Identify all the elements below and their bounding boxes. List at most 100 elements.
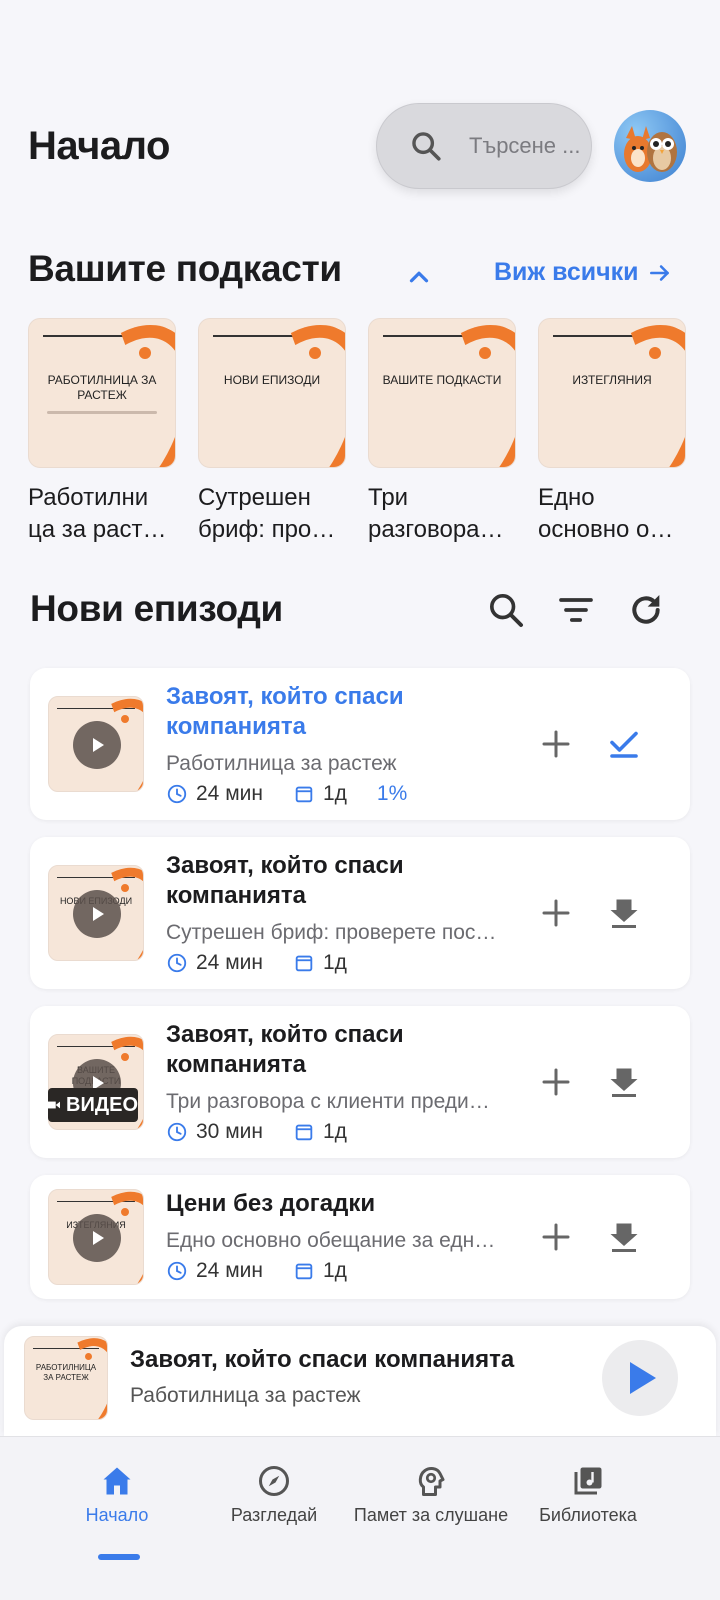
episode-podcast-name: Три разговора с клиенти преди…	[166, 1090, 490, 1113]
clock-icon	[167, 1261, 187, 1281]
episode-duration: 24 мин	[196, 782, 263, 805]
compass-icon	[259, 1466, 289, 1496]
podcast-card[interactable]: Нови епизоди Сутрешен бриф: про…	[198, 318, 346, 546]
search-bar[interactable]: Търсене ...	[376, 103, 592, 189]
podcast-card[interactable]: Изтегляния Едно основно о…	[538, 318, 686, 546]
add-to-queue-icon[interactable]	[538, 1064, 574, 1100]
episode-date: 1д	[322, 951, 347, 974]
episode-podcast-name: Работилница за растеж	[166, 752, 397, 775]
play-icon[interactable]	[73, 721, 121, 769]
episode-title[interactable]: Цени без догадки	[166, 1189, 526, 1219]
episode-meta: 24 мин 1д 1%	[166, 782, 407, 806]
see-all-link[interactable]: Виж всички	[494, 258, 673, 287]
episode-meta: 24 мин 1д	[166, 1259, 377, 1283]
chevron-up-icon[interactable]	[404, 262, 434, 292]
episode-card[interactable]: Завоят, който спаси компанията Работилни…	[30, 668, 690, 820]
episode-thumbnail[interactable]: Нови епизоди	[48, 865, 144, 961]
search-placeholder: Търсене ...	[469, 133, 581, 158]
see-all-label: Виж всички	[494, 258, 639, 286]
play-button[interactable]	[602, 1340, 678, 1416]
add-to-queue-icon[interactable]	[538, 1219, 574, 1255]
calendar-icon	[295, 786, 313, 803]
episode-thumbnail[interactable]: Изтегляния	[48, 1189, 144, 1285]
episode-title[interactable]: Завоят, който спаси компанията	[166, 682, 526, 742]
clock-icon	[167, 784, 187, 804]
download-icon[interactable]	[606, 1064, 642, 1100]
video-camera-icon	[48, 1101, 61, 1109]
check-icon[interactable]	[606, 726, 642, 762]
nav-label: Разгледай	[230, 1505, 318, 1525]
download-icon[interactable]	[606, 1219, 642, 1255]
top-app-bar: Начало Търсене ...	[0, 100, 720, 200]
podcast-name: Три разговора…	[368, 484, 504, 543]
podcast-card[interactable]: Вашите подкасти Три разговора…	[368, 318, 516, 546]
episode-thumbnail[interactable]	[48, 696, 144, 792]
calendar-icon	[295, 955, 313, 972]
podcast-card[interactable]: Работилница за растеж Работилни ца за ра…	[28, 318, 176, 546]
episode-meta: 24 мин 1д	[166, 951, 377, 975]
podcast-cover: Работилница за растеж	[28, 318, 176, 468]
episode-date: 1д	[322, 782, 347, 805]
home-icon	[103, 1467, 131, 1495]
play-icon[interactable]	[73, 890, 121, 938]
nav-item-explore[interactable]: Разгледай	[189, 1463, 359, 1526]
podcast-name: Работилни ца за раст…	[28, 484, 167, 543]
nav-label: Начало	[85, 1505, 149, 1525]
bottom-navigation: Начало Разгледай Памет за слушане Библио…	[0, 1436, 720, 1600]
filter-icon[interactable]	[556, 590, 596, 630]
episode-meta: 30 мин 1д	[166, 1120, 377, 1144]
episode-progress: 1%	[376, 782, 408, 805]
cover-text: Нови епизоди	[223, 373, 321, 387]
video-badge: ВИДЕО	[48, 1088, 138, 1122]
podcast-cover: Изтегляния	[538, 318, 686, 468]
clock-icon	[167, 953, 187, 973]
video-badge-label: ВИДЕО	[66, 1093, 138, 1116]
fox-owl-avatar-icon	[624, 126, 677, 172]
episode-date: 1д	[322, 1259, 347, 1282]
nav-label: Памет за слушане	[353, 1505, 509, 1525]
nav-label: Библиотека	[539, 1505, 637, 1525]
podcast-cover: Нови епизоди	[198, 318, 346, 468]
episodes-section-title: Нови епизоди	[30, 588, 283, 629]
nav-item-home[interactable]: Начало	[32, 1463, 202, 1526]
cover-text: Вашите подкасти	[382, 373, 502, 387]
search-icon	[412, 132, 441, 161]
episode-duration: 24 мин	[196, 951, 263, 974]
nav-item-library[interactable]: Библиотека	[503, 1463, 673, 1526]
mini-player-thumbnail: Работилница за растеж	[24, 1336, 108, 1420]
episode-duration: 24 мин	[196, 1259, 263, 1282]
episode-card[interactable]: Изтегляния Цени без догадки Едно основно…	[30, 1175, 690, 1299]
episode-podcast-name: Едно основно обещание за едн…	[166, 1229, 496, 1252]
podcasts-section-title: Вашите подкасти	[28, 248, 342, 289]
play-icon[interactable]	[73, 1214, 121, 1262]
mini-player[interactable]: Работилница за растеж Завоят, който спас…	[4, 1326, 716, 1436]
avatar[interactable]	[614, 110, 686, 182]
add-to-queue-icon[interactable]	[538, 726, 574, 762]
episode-title[interactable]: Завоят, който спаси компанията	[166, 1020, 526, 1080]
episode-title[interactable]: Завоят, който спаси компанията	[166, 851, 526, 911]
calendar-icon	[295, 1124, 313, 1141]
brain-icon	[418, 1467, 445, 1496]
nav-item-listening-memory[interactable]: Памет за слушане	[346, 1463, 516, 1526]
cover-text: Работилница за растеж	[47, 373, 157, 402]
download-icon[interactable]	[606, 895, 642, 931]
podcast-name: Едно основно о…	[538, 484, 674, 543]
episode-card[interactable]: Вашите подкасти ВИДЕО Завоят, който спас…	[30, 1006, 690, 1158]
add-to-queue-icon[interactable]	[538, 895, 574, 931]
mini-player-podcast: Работилница за растеж	[130, 1384, 361, 1407]
episode-date: 1д	[322, 1120, 347, 1143]
cover-text: Изтегляния	[572, 373, 652, 387]
search-icon[interactable]	[486, 590, 526, 630]
mini-player-title: Завоят, който спаси компанията	[130, 1346, 515, 1373]
podcast-carousel[interactable]: Работилница за растеж Работилни ца за ра…	[28, 318, 720, 546]
podcast-name: Сутрешен бриф: про…	[198, 484, 336, 543]
clock-icon	[167, 1122, 187, 1142]
episode-card[interactable]: Нови епизоди Завоят, който спаси компани…	[30, 837, 690, 989]
episode-duration: 30 мин	[196, 1120, 263, 1143]
podcast-cover: Вашите подкасти	[368, 318, 516, 468]
episode-podcast-name: Сутрешен бриф: проверете пос…	[166, 921, 497, 944]
calendar-icon	[295, 1263, 313, 1280]
refresh-icon[interactable]	[626, 590, 666, 630]
cover-text: Работилница за растеж	[35, 1363, 97, 1382]
page-title: Начало	[28, 124, 170, 168]
